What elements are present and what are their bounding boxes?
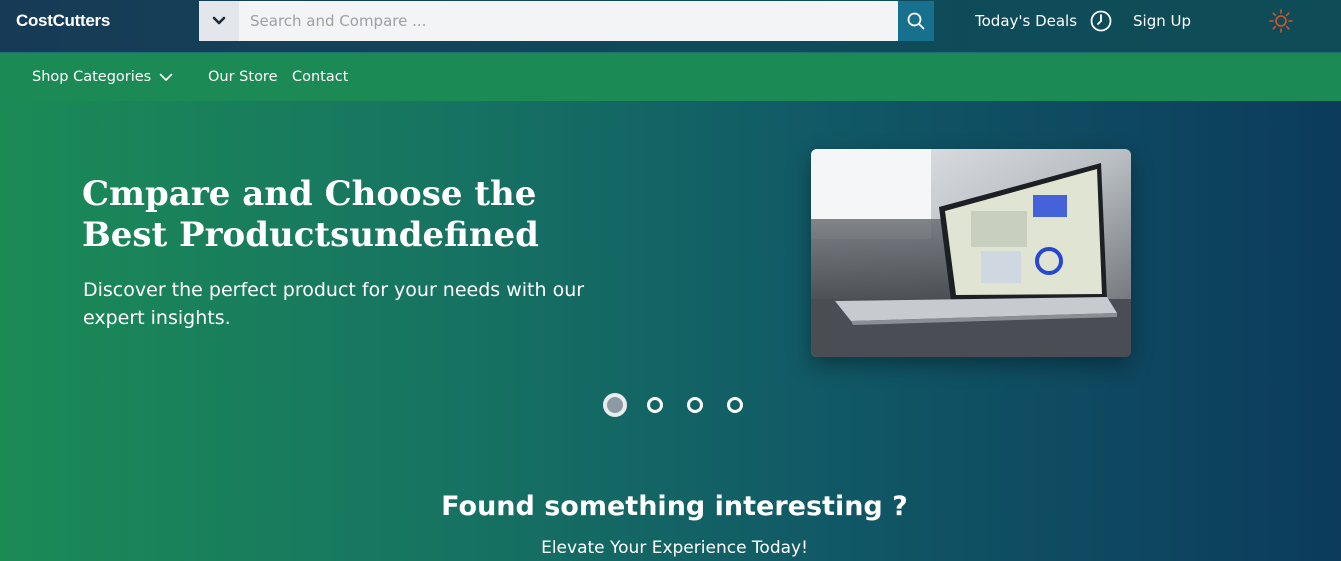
carousel-dot-4[interactable] — [727, 397, 743, 413]
chevron-down-icon — [159, 73, 173, 81]
hero-carousel: Cmpare and Choose the Best Productsundef… — [0, 101, 1341, 561]
search-button[interactable] — [898, 1, 934, 41]
contact-link[interactable]: Contact — [292, 69, 348, 85]
cta-title: Found something interesting ? — [441, 491, 908, 522]
todays-deals-link[interactable]: Today's Deals — [975, 12, 1077, 30]
hero-laptop-image — [811, 149, 1131, 357]
clock-icon[interactable] — [1090, 10, 1112, 32]
sun-icon[interactable] — [1268, 8, 1294, 34]
shop-categories-menu[interactable]: Shop Categories — [32, 69, 173, 85]
search-icon — [907, 12, 925, 30]
our-store-link[interactable]: Our Store — [208, 69, 278, 85]
shop-categories-label: Shop Categories — [32, 69, 152, 85]
hero-title: Cmpare and Choose the Best Productsundef… — [82, 174, 539, 255]
sign-up-link[interactable]: Sign Up — [1133, 12, 1191, 30]
chevron-down-icon — [212, 16, 226, 25]
carousel-dot-1[interactable] — [603, 393, 627, 417]
carousel-dot-2[interactable] — [647, 397, 663, 413]
search-input[interactable] — [239, 1, 898, 41]
category-navbar: Shop Categories Our Store Contact — [0, 53, 1341, 101]
cta-subtitle: Elevate Your Experience Today! — [541, 538, 808, 558]
carousel-dot-3[interactable] — [687, 397, 703, 413]
top-header: CostCutters Today's Deals Sign Up — [0, 0, 1341, 53]
search-category-dropdown[interactable] — [199, 1, 239, 41]
logo[interactable]: CostCutters — [16, 11, 110, 31]
hero-subtitle: Discover the perfect product for your ne… — [83, 279, 585, 329]
